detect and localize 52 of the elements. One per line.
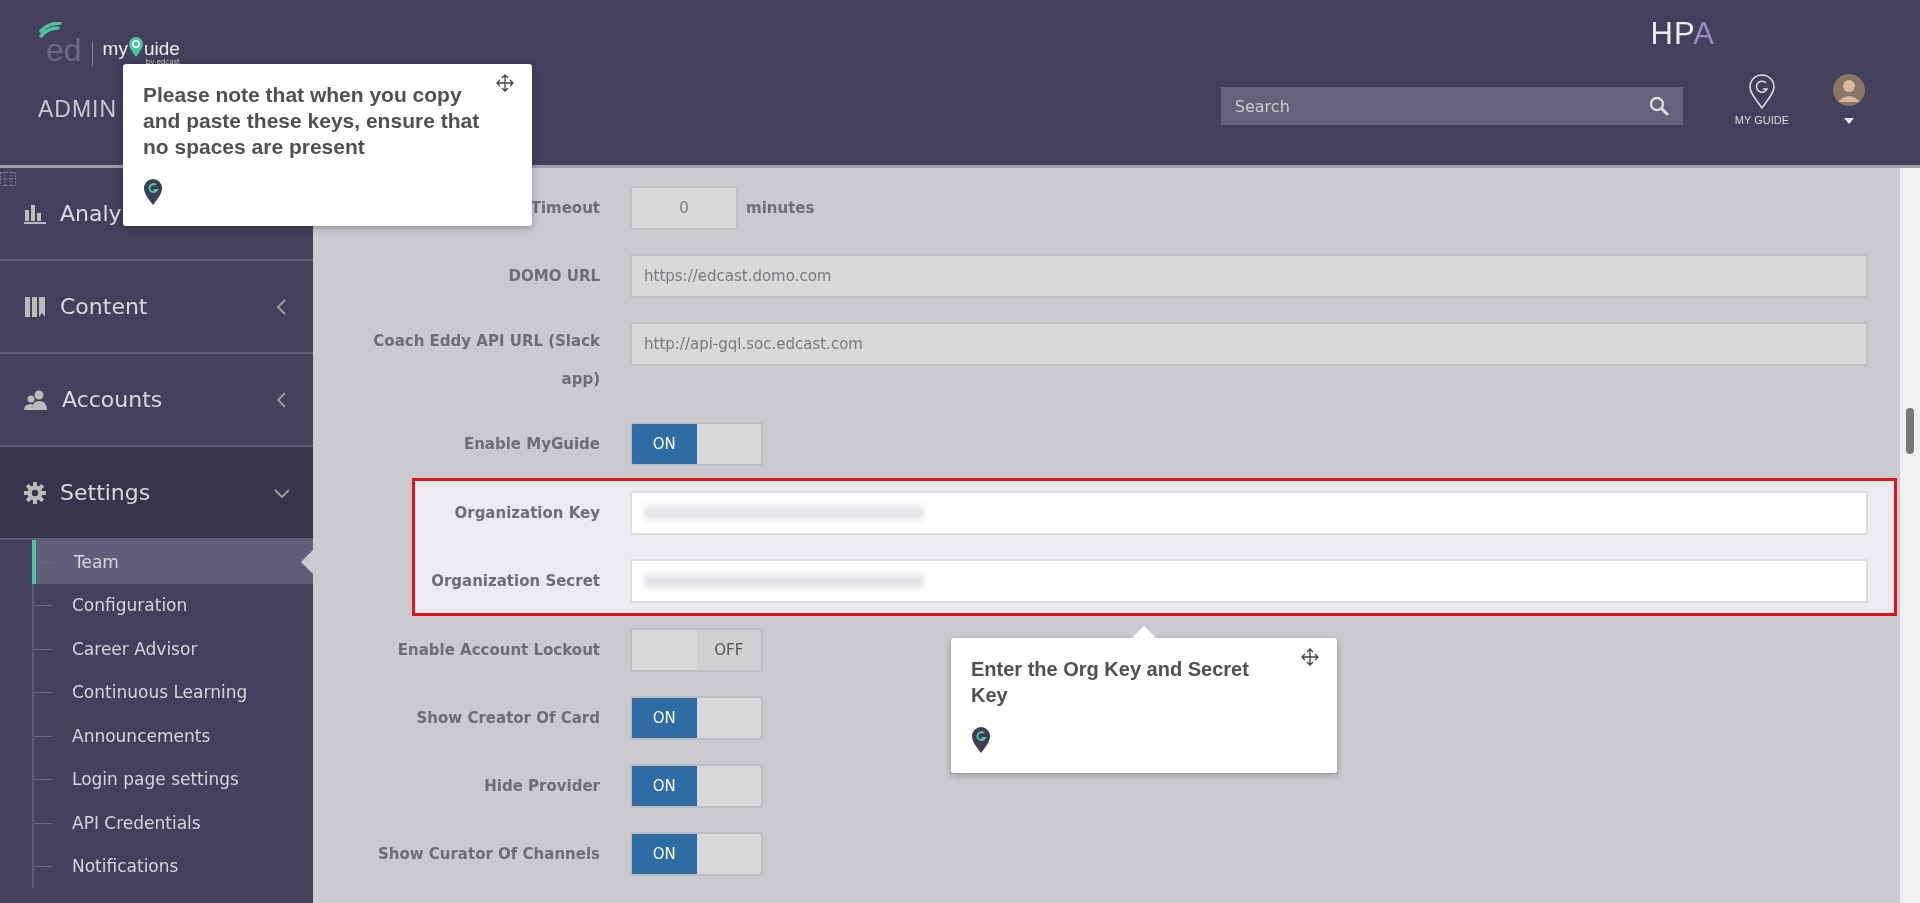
field-label: Show Curator Of Channels [376, 844, 600, 865]
toggle-switch[interactable]: ON [630, 422, 763, 466]
field-label: Organization Secret [430, 571, 600, 592]
brand-logo: HPA [1650, 16, 1715, 52]
move-icon[interactable] [1301, 648, 1319, 666]
search-icon[interactable] [1648, 96, 1669, 116]
field-label: Enable Account Lockout [396, 640, 600, 661]
map-pin-icon [1747, 74, 1776, 110]
field-label: Show Creator Of Card [415, 708, 600, 729]
product-name: uide [143, 39, 180, 58]
product-name: my [102, 39, 128, 58]
submenu-item[interactable]: Career Advisor [34, 627, 313, 671]
settings-icon [24, 481, 46, 504]
submenu-item[interactable]: Notifications [34, 844, 313, 888]
scrollbar-thumb[interactable] [1906, 408, 1914, 454]
move-icon[interactable] [496, 74, 514, 92]
toggle-switch[interactable]: ON [630, 696, 763, 740]
tooltip-text: Please note that when you copy and paste these keys, ensure that no spaces are present [143, 82, 481, 160]
field-label: Timeout [529, 198, 600, 219]
pin-icon [971, 726, 991, 754]
unit-label: minutes [746, 199, 815, 217]
caret-icon[interactable] [1844, 118, 1854, 124]
submenu-item[interactable]: Login page settings [34, 757, 313, 801]
grid-icon [0, 172, 16, 186]
search-field[interactable]: Search [1220, 87, 1683, 125]
pin-icon [143, 178, 163, 206]
people-icon [24, 389, 48, 410]
submenu-item[interactable]: Announcements [34, 714, 313, 758]
sidebar-item[interactable]: Content [0, 261, 313, 354]
pin-icon [127, 36, 144, 58]
avatar[interactable] [1833, 74, 1865, 106]
masked-input-field[interactable] [630, 559, 1868, 603]
field-label: Coach Eddy API URL (Slack app) [372, 331, 600, 390]
submenu-item[interactable]: Continuous Learning [34, 670, 313, 714]
my-guide-button[interactable]: MY GUIDE [1734, 74, 1789, 126]
toggle-switch[interactable]: ON [630, 832, 763, 876]
tooltip-text: Enter the Org Key and Secret Key [971, 657, 1250, 708]
section-title: ADMIN [38, 96, 118, 123]
masked-input-field[interactable] [630, 491, 1868, 535]
field-label: Hide Provider [483, 776, 600, 797]
toggle-switch[interactable]: OFF [630, 628, 763, 672]
sidebar-item[interactable]: Settings [0, 447, 313, 540]
books-icon [24, 295, 46, 318]
wifi-icon [38, 22, 64, 38]
submenu-item[interactable]: Team [32, 540, 313, 584]
submenu-item[interactable]: API Credentials [34, 801, 313, 845]
field-label: Organization Key [453, 503, 600, 524]
submenu-item[interactable]: Configuration [34, 583, 313, 627]
field-label: DOMO URL [507, 266, 600, 287]
bar-chart-icon [24, 203, 46, 224]
field-label: Enable MyGuide [462, 434, 600, 455]
toggle-switch[interactable]: ON [630, 764, 763, 808]
